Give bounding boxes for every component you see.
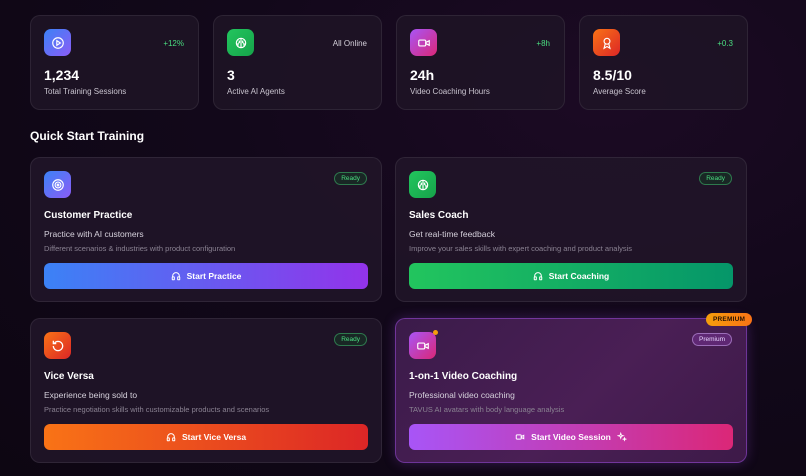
status-badge: Ready [699, 172, 732, 185]
card-description: Practice negotiation skills with customi… [44, 405, 270, 414]
card-subtitle: Get real-time feedback [409, 229, 495, 239]
start-vice-versa-button[interactable]: Start Vice Versa [44, 424, 368, 450]
stat-label: Active AI Agents [227, 87, 285, 96]
headphones-icon [533, 271, 543, 281]
stat-card-score: +0.3 8.5/10 Average Score [579, 15, 748, 110]
section-title: Quick Start Training [30, 129, 145, 143]
card-description: TAVUS AI avatars with body language anal… [409, 405, 565, 414]
status-badge: Ready [334, 172, 367, 185]
rotate-icon [44, 332, 71, 359]
card-title: Sales Coach [409, 210, 469, 221]
video-icon [410, 29, 437, 56]
card-customer-practice: Ready Customer Practice Practice with AI… [30, 157, 382, 302]
card-description: Improve your sales skills with expert co… [409, 244, 633, 253]
video-icon [409, 332, 436, 359]
brain-icon [409, 171, 436, 198]
card-vice-versa: Ready Vice Versa Experience being sold t… [30, 318, 382, 463]
stat-card-video-hours: +8h 24h Video Coaching Hours [396, 15, 565, 110]
start-video-session-button[interactable]: Start Video Session [409, 424, 733, 450]
sparkles-icon [616, 432, 627, 442]
premium-badge: Premium [691, 333, 732, 346]
card-subtitle: Experience being sold to [44, 390, 138, 400]
stat-delta: +0.3 [717, 39, 733, 48]
stat-value: 3 [227, 67, 235, 83]
stat-delta: +12% [163, 39, 184, 48]
stat-value: 1,234 [44, 67, 80, 83]
target-icon [44, 171, 71, 198]
headphones-icon [171, 271, 181, 281]
stat-label: Average Score [593, 87, 646, 96]
card-description: Different scenarios & industries with pr… [44, 244, 236, 253]
award-icon [593, 29, 620, 56]
card-subtitle: Practice with AI customers [44, 229, 144, 239]
button-label: Start Video Session [531, 432, 611, 442]
card-title: 1-on-1 Video Coaching [409, 371, 518, 382]
stat-card-sessions: +12% 1,234 Total Training Sessions [30, 15, 199, 110]
card-subtitle: Professional video coaching [409, 390, 515, 400]
stat-card-agents: All Online 3 Active AI Agents [213, 15, 382, 110]
button-label: Start Practice [186, 271, 242, 281]
start-practice-button[interactable]: Start Practice [44, 263, 368, 289]
stat-delta: +8h [536, 39, 550, 48]
stat-delta: All Online [332, 39, 367, 48]
stat-value: 24h [410, 67, 435, 83]
start-coaching-button[interactable]: Start Coaching [409, 263, 733, 289]
card-sales-coach: Ready Sales Coach Get real-time feedback… [395, 157, 747, 302]
button-label: Start Vice Versa [181, 432, 247, 442]
premium-tag: PREMIUM [706, 313, 753, 326]
stat-label: Video Coaching Hours [410, 87, 490, 96]
video-icon [515, 432, 525, 442]
brain-icon [227, 29, 254, 56]
play-circle-icon [44, 29, 71, 56]
card-title: Customer Practice [44, 210, 133, 221]
status-badge: Ready [334, 333, 367, 346]
headphones-icon [166, 432, 176, 442]
button-label: Start Coaching [548, 271, 610, 281]
stat-label: Total Training Sessions [44, 87, 127, 96]
notification-dot [433, 330, 438, 335]
stat-value: 8.5/10 [593, 67, 632, 83]
card-title: Vice Versa [44, 371, 94, 382]
card-video-coaching: Premium 1-on-1 Video Coaching Profession… [395, 318, 747, 463]
